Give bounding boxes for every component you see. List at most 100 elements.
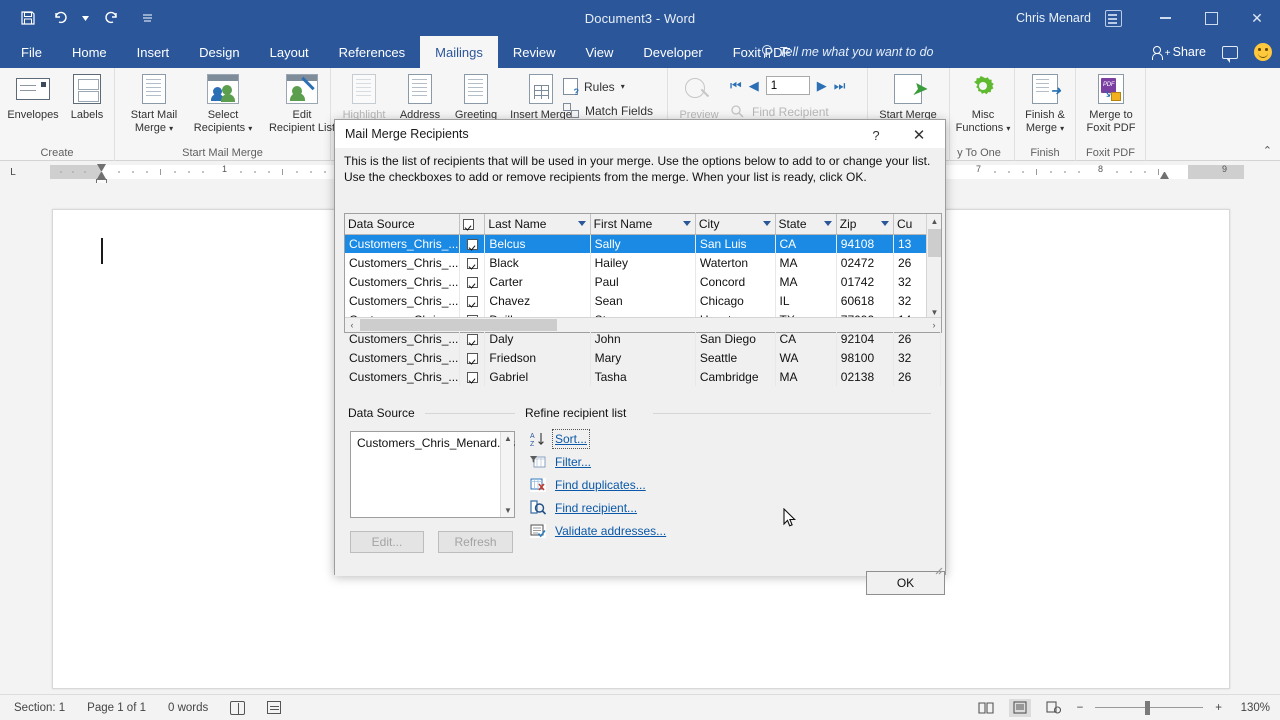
- tab-home[interactable]: Home: [57, 36, 122, 68]
- column-header-state[interactable]: State: [775, 214, 837, 235]
- last-record-icon[interactable]: ⏭: [834, 78, 846, 94]
- row-checkbox[interactable]: [466, 371, 478, 383]
- match-fields-button[interactable]: Match Fields: [563, 103, 653, 118]
- status-page[interactable]: Page 1 of 1: [87, 702, 146, 714]
- vertical-scroll-thumb[interactable]: [928, 229, 941, 257]
- start-merge-button[interactable]: ➤ Start Merge: [876, 72, 940, 122]
- find-recipient-link[interactable]: Find recipient...: [555, 501, 637, 515]
- zoom-out-button[interactable]: −: [1077, 702, 1084, 714]
- status-words[interactable]: 0 words: [168, 702, 208, 714]
- tab-view[interactable]: View: [570, 36, 628, 68]
- validate-addresses-link-row[interactable]: Validate addresses...: [530, 519, 880, 542]
- zoom-in-button[interactable]: +: [1215, 702, 1222, 714]
- cell-include-checkbox[interactable]: [459, 348, 486, 367]
- column-header-first-name[interactable]: First Name: [590, 214, 696, 235]
- zoom-slider[interactable]: [1095, 700, 1204, 715]
- labels-button[interactable]: Labels: [58, 72, 116, 122]
- tab-mailings[interactable]: Mailings: [420, 36, 498, 68]
- tab-file[interactable]: File: [6, 36, 57, 68]
- record-number-input[interactable]: 1: [765, 76, 810, 95]
- row-checkbox[interactable]: [466, 333, 478, 345]
- proofing-errors-icon[interactable]: [230, 700, 246, 715]
- table-row[interactable]: Customers_Chris_... Chavez Sean Chicago …: [345, 291, 942, 310]
- scroll-down-icon[interactable]: ▼: [501, 504, 515, 517]
- share-button[interactable]: + Share: [1151, 45, 1206, 60]
- macro-recording-icon[interactable]: [267, 701, 282, 714]
- zoom-level[interactable]: 130%: [1234, 702, 1270, 714]
- highlight-merge-fields-button[interactable]: Highlight: [335, 72, 393, 122]
- chevron-down-icon[interactable]: ▾: [1060, 124, 1064, 133]
- tab-design[interactable]: Design: [184, 36, 254, 68]
- close-button[interactable]: ✕: [1234, 0, 1280, 36]
- tell-me-search[interactable]: Tell me what you want to do: [760, 36, 934, 68]
- print-layout-icon[interactable]: [1008, 698, 1031, 717]
- column-header-last-name[interactable]: Last Name: [484, 214, 591, 235]
- next-record-icon[interactable]: ▶: [817, 78, 827, 94]
- dialog-resize-grip[interactable]: [931, 562, 943, 575]
- table-row[interactable]: Customers_Chris_... Black Hailey Waterto…: [345, 253, 942, 272]
- scroll-up-icon[interactable]: ▲: [501, 432, 515, 445]
- previous-record-icon[interactable]: ◀: [749, 78, 759, 94]
- comments-icon[interactable]: [1222, 45, 1238, 63]
- filter-link[interactable]: Filter...: [555, 455, 591, 469]
- filter-link-row[interactable]: Filter...: [530, 450, 880, 473]
- misc-functions-button[interactable]: Misc Functions ▾: [952, 72, 1014, 135]
- find-duplicates-link-row[interactable]: Find duplicates...: [530, 473, 880, 496]
- dialog-close-icon[interactable]: ✕: [901, 123, 937, 146]
- row-checkbox[interactable]: [466, 276, 478, 288]
- minimize-button[interactable]: [1142, 0, 1188, 36]
- first-record-icon[interactable]: ⏮: [730, 78, 742, 94]
- cell-include-checkbox[interactable]: [459, 291, 486, 310]
- merge-to-foxit-pdf-button[interactable]: PDF ↘ Merge to Foxit PDF: [1080, 72, 1142, 134]
- rules-button[interactable]: Rules ▾: [563, 78, 625, 97]
- find-duplicates-link[interactable]: Find duplicates...: [555, 478, 646, 492]
- row-checkbox[interactable]: [466, 295, 478, 307]
- row-checkbox[interactable]: [466, 257, 478, 269]
- cell-include-checkbox[interactable]: [459, 253, 486, 272]
- help-icon[interactable]: ?: [865, 125, 887, 145]
- data-source-item[interactable]: Customers_Chris_Menard.xls: [351, 432, 515, 454]
- cell-include-checkbox[interactable]: [459, 234, 486, 253]
- tab-developer[interactable]: Developer: [628, 36, 717, 68]
- account-card-icon[interactable]: [1105, 9, 1122, 27]
- tab-stop-selector-icon[interactable]: L: [4, 164, 22, 180]
- find-recipient-button[interactable]: Find Recipient: [730, 104, 829, 119]
- preview-results-button[interactable]: Preview: [672, 72, 726, 122]
- maximize-button[interactable]: [1188, 0, 1234, 36]
- select-recipients-button[interactable]: Select Recipients ▾: [187, 72, 259, 135]
- scroll-up-icon[interactable]: ▲: [927, 214, 942, 228]
- select-all-checkbox[interactable]: [462, 219, 474, 231]
- edit-data-source-button[interactable]: Edit...: [350, 531, 424, 553]
- tab-insert[interactable]: Insert: [122, 36, 185, 68]
- address-block-button[interactable]: Address: [393, 72, 447, 122]
- tab-references[interactable]: References: [324, 36, 420, 68]
- column-header-select-all[interactable]: [459, 214, 486, 235]
- data-source-scrollbar[interactable]: ▲ ▼: [500, 432, 514, 517]
- envelopes-button[interactable]: Envelopes: [4, 72, 62, 122]
- start-mail-merge-button[interactable]: Start Mail Merge ▾: [121, 72, 187, 135]
- sort-link-row[interactable]: AZ Sort...: [530, 427, 880, 450]
- row-checkbox[interactable]: [466, 352, 478, 364]
- horizontal-scroll-thumb[interactable]: [360, 319, 557, 331]
- finish-and-merge-button[interactable]: ➜ Finish & Merge ▾: [1016, 72, 1074, 135]
- status-section[interactable]: Section: 1: [14, 702, 65, 714]
- hanging-indent-marker[interactable]: [97, 172, 106, 179]
- data-source-list[interactable]: Customers_Chris_Menard.xls ▲ ▼: [350, 431, 515, 518]
- feedback-smiley-icon[interactable]: [1254, 43, 1272, 61]
- table-row[interactable]: Customers_Chris_... Friedson Mary Seattl…: [345, 348, 942, 367]
- chevron-down-icon[interactable]: ▾: [248, 124, 252, 133]
- right-indent-marker[interactable]: [1160, 172, 1169, 179]
- collapse-ribbon-icon[interactable]: ⌃: [1263, 144, 1272, 157]
- chevron-down-icon[interactable]: ▾: [1006, 124, 1010, 133]
- cell-include-checkbox[interactable]: [459, 367, 486, 386]
- greeting-line-button[interactable]: Greeting: [447, 72, 505, 122]
- find-recipient-link-row[interactable]: Find recipient...: [530, 496, 880, 519]
- grid-horizontal-scrollbar[interactable]: ‹ ›: [345, 317, 941, 332]
- user-name[interactable]: Chris Menard: [1016, 11, 1091, 25]
- read-mode-icon[interactable]: [975, 699, 997, 717]
- tab-review[interactable]: Review: [498, 36, 571, 68]
- sort-link[interactable]: Sort...: [551, 428, 591, 449]
- tab-layout[interactable]: Layout: [255, 36, 324, 68]
- validate-addresses-link[interactable]: Validate addresses...: [555, 524, 666, 538]
- column-header-city[interactable]: City: [695, 214, 776, 235]
